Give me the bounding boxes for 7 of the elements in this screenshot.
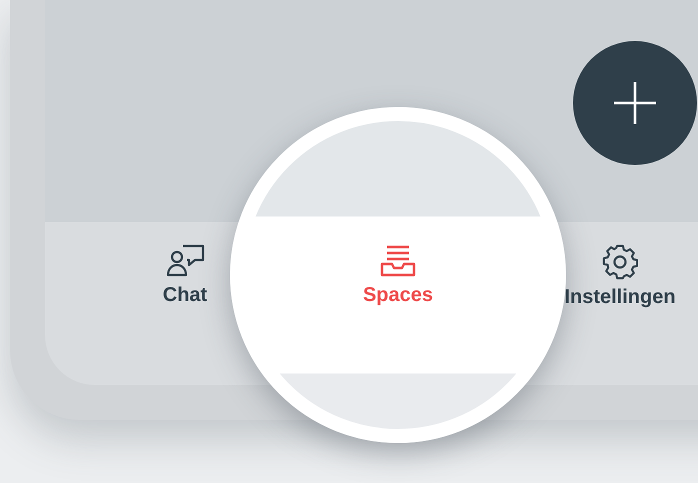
chat-icon (164, 244, 205, 278)
nav-tab[interactable]: Chat (158, 240, 212, 313)
plus-icon (612, 80, 658, 126)
nav-tab[interactable]: Instellingen (560, 240, 680, 313)
gear-icon (602, 244, 638, 280)
inbox-tray-icon (378, 244, 418, 278)
nav-tab[interactable]: Spaces (358, 240, 438, 313)
